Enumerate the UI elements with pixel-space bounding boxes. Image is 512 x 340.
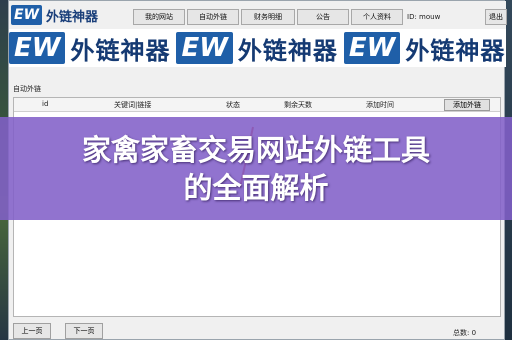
column-header-days-left: 剩余天数: [284, 101, 312, 109]
banner-logo-mark: EW: [176, 32, 233, 64]
brand-banner: EW 外链神器 EW 外链神器 EW 外链神器: [9, 29, 506, 67]
user-id-label: ID: mouw: [407, 13, 441, 21]
banner-logo-mark: EW: [343, 32, 401, 64]
headline-overlay: 家禽家畜交易网站外链工具 的全面解析: [0, 117, 512, 220]
menu-auto-links[interactable]: 自动外链: [187, 9, 239, 25]
add-link-button[interactable]: 添加外链: [444, 99, 490, 111]
section-title: 自动外链: [13, 85, 41, 93]
column-header-keyword: 关键词|链接: [114, 101, 152, 109]
next-page-button[interactable]: 下一页: [65, 323, 103, 339]
table-header: id 关键词|链接 状态 剩余天数 添加时间 添加外链: [14, 98, 500, 112]
headline-line-1: 家禽家畜交易网站外链工具: [81, 132, 430, 167]
menu-profile[interactable]: 个人资料: [351, 9, 403, 25]
column-header-id: id: [42, 100, 49, 108]
banner-logo-text: 外链神器: [405, 36, 506, 65]
logo-mark: EW: [11, 5, 43, 25]
column-header-added-time: 添加时间: [366, 101, 394, 109]
top-bar: EW 外链神器 我的网站 自动外链 财务明细 公告 个人资料 ID: mouw …: [9, 1, 507, 29]
banner-logo-text: 外链神器: [237, 36, 338, 65]
screen: EW 外链神器 我的网站 自动外链 财务明细 公告 个人资料 ID: mouw …: [0, 0, 512, 340]
logout-button[interactable]: 退出: [485, 9, 507, 25]
banner-logo: EW 外链神器: [343, 31, 506, 66]
prev-page-button[interactable]: 上一页: [13, 323, 51, 339]
menu-announcements[interactable]: 公告: [297, 9, 349, 25]
app-logo: EW 外链神器: [11, 3, 131, 27]
menu-my-sites[interactable]: 我的网站: [133, 9, 185, 25]
total-count: 总数: 0: [453, 329, 477, 337]
banner-logo-mark: EW: [9, 32, 66, 64]
column-header-status: 状态: [226, 101, 240, 109]
headline-line-2: 的全面解析: [183, 170, 329, 205]
banner-logo: EW 外链神器: [9, 31, 170, 66]
pagination-bar: 上一页 下一页 总数: 0: [9, 319, 506, 340]
banner-logo-text: 外链神器: [70, 36, 171, 65]
logo-text: 外链神器: [46, 9, 99, 25]
menu-finance[interactable]: 财务明细: [241, 9, 295, 25]
banner-logo: EW 外链神器: [176, 31, 337, 66]
